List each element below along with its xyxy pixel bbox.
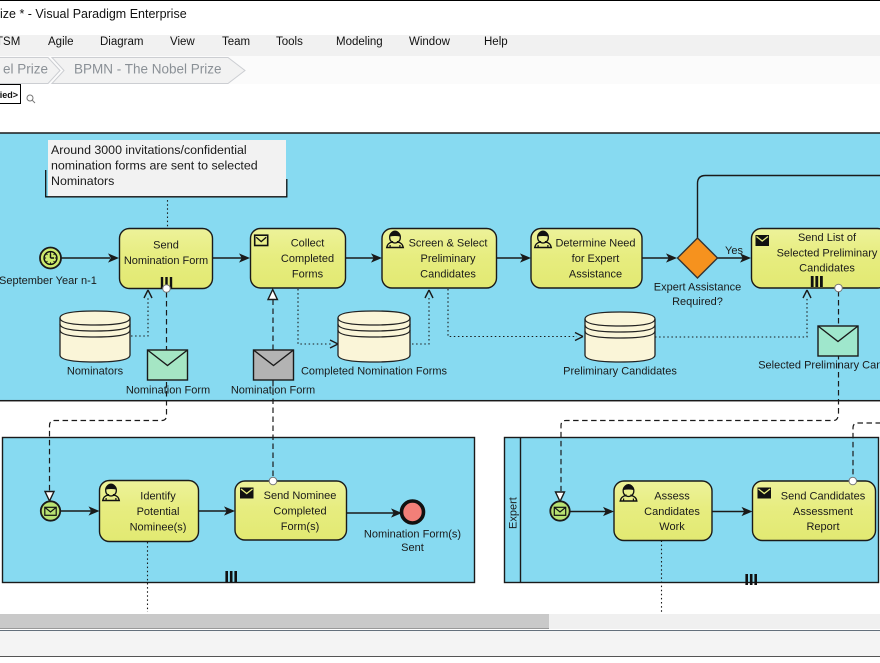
svg-text:Nomination Form: Nomination Form [126,385,210,397]
svg-text:Report: Report [806,521,839,533]
svg-text:Form(s): Form(s) [281,521,320,533]
svg-text:Potential: Potential [137,506,180,518]
svg-text:Nominators: Nominators [51,174,114,188]
svg-text:Required?: Required? [672,296,723,308]
svg-text:Determine Need: Determine Need [555,238,635,250]
svg-text:Expert Assistance: Expert Assistance [654,282,741,294]
svg-text:Completed Nomination Forms: Completed Nomination Forms [301,366,448,378]
svg-text:Around 3000 invitations/confid: Around 3000 invitations/confidential [51,143,247,157]
svg-text:Nominee(s): Nominee(s) [130,521,187,533]
svg-text:for Expert: for Expert [572,253,620,265]
svg-text:Preliminary: Preliminary [420,253,476,265]
svg-text:September Year n-1: September Year n-1 [0,275,97,287]
svg-text:Candidates: Candidates [420,268,476,280]
svg-text:Nomination Form(s): Nomination Form(s) [364,529,461,541]
svg-text:Collect: Collect [291,238,325,250]
svg-text:el Prize: el Prize [3,62,48,77]
svg-text:Nominators: Nominators [67,366,124,378]
svg-text:Work: Work [659,521,685,533]
svg-text:Nomination Form: Nomination Form [231,385,315,397]
svg-text:nomination forms are sent to s: nomination forms are sent to selected [51,159,258,173]
svg-text:Candidates: Candidates [644,506,700,518]
svg-text:Screen & Select: Screen & Select [409,238,488,250]
svg-text:Completed: Completed [281,253,334,265]
svg-text:Sent: Sent [401,542,424,554]
svg-text:Yes: Yes [725,245,743,257]
svg-text:Send Nominee: Send Nominee [264,490,337,502]
svg-text:Send: Send [153,240,179,252]
svg-text:Assistance: Assistance [569,268,622,280]
svg-text:Candidates: Candidates [799,263,855,275]
svg-text:Selected Preliminary: Selected Preliminary [777,247,878,259]
svg-text:BPMN - The Nobel Prize: BPMN - The Nobel Prize [74,62,222,77]
svg-text:Completed: Completed [273,506,326,518]
svg-text:Send List of: Send List of [798,232,857,244]
svg-text:Identify: Identify [140,491,176,503]
svg-text:Preliminary Candidates: Preliminary Candidates [563,366,677,378]
svg-text:Nomination Form: Nomination Form [124,255,208,267]
svg-text:Send Candidates: Send Candidates [781,491,866,503]
svg-text:Forms: Forms [292,268,324,280]
svg-text:Assess: Assess [654,491,690,503]
svg-text:Expert: Expert [508,497,520,529]
svg-text:Assessment: Assessment [793,506,853,518]
svg-text:Selected Preliminary Candidate: Selected Preliminary Candidates [758,360,880,372]
